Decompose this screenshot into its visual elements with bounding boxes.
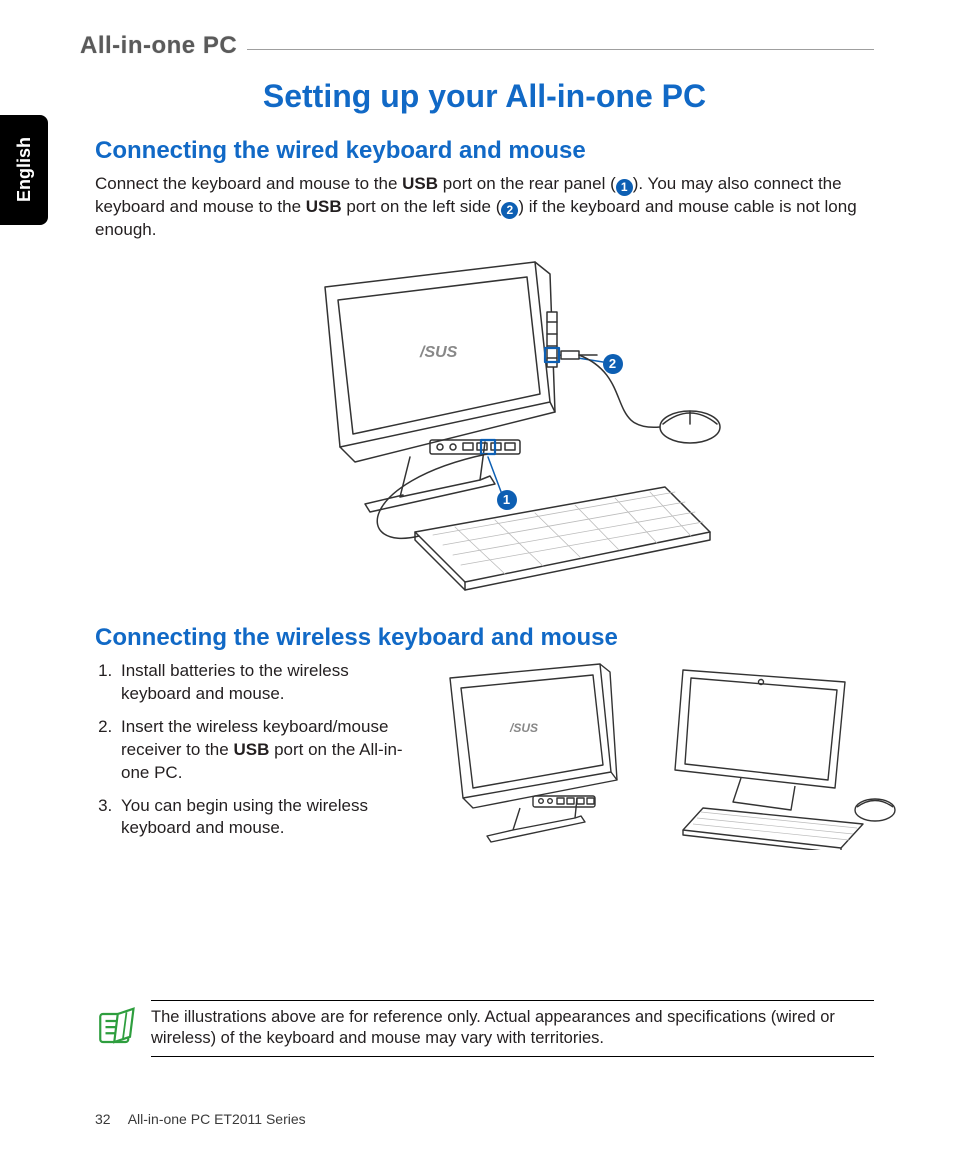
wired-usb-2: USB [306,197,342,216]
footer-page-number: 32 [95,1111,111,1127]
wireless-step-2-bold: USB [233,740,269,759]
section-wireless-title: Connecting the wireless keyboard and mou… [95,624,874,652]
wired-usb-1: USB [402,174,438,193]
wireless-steps-list: Install batteries to the wireless keyboa… [95,660,407,851]
figure-wired-callout-1: 1 [497,490,517,510]
language-tab-label: English [14,137,35,202]
callout-1-inline: 1 [616,179,633,196]
section-wired-title: Connecting the wired keyboard and mouse [95,137,874,165]
note-block: The illustrations above are for referenc… [95,1000,874,1057]
svg-text:/SUS: /SUS [419,344,458,361]
product-tag-text: All-in-one PC [80,32,247,60]
figure-wireless-front-svg [663,660,903,850]
product-tag-rule [247,49,874,50]
wired-text-1: Connect the keyboard and mouse to the [95,174,402,193]
wireless-step-3: You can begin using the wireless keyboar… [117,795,407,841]
note-text: The illustrations above are for referenc… [151,1000,874,1057]
wireless-step-2: Insert the wireless keyboard/mouse recei… [117,716,407,785]
figure-wired-callout-2: 2 [603,354,623,374]
callout-2-inline: 2 [501,202,518,219]
product-tag-header: All-in-one PC [80,28,874,64]
footer-model: All-in-one PC ET2011 Series [128,1111,306,1127]
wireless-row: Install batteries to the wireless keyboa… [95,660,874,851]
wired-text-2: port on the rear panel ( [438,174,616,193]
figure-wired: /SUS [205,252,765,602]
page-body: Setting up your All-in-one PC Connecting… [95,78,874,850]
wired-text-4: port on the left side ( [342,197,502,216]
figure-wireless: /SUS [425,660,903,850]
svg-text:/SUS: /SUS [509,721,538,735]
wireless-step-1: Install batteries to the wireless keyboa… [117,660,407,706]
wired-paragraph: Connect the keyboard and mouse to the US… [95,173,874,242]
note-icon [95,1007,137,1049]
figure-wired-svg: /SUS [205,252,765,602]
page-footer: 32 All-in-one PC ET2011 Series [95,1111,306,1127]
chapter-title: Setting up your All-in-one PC [95,78,874,115]
figure-wireless-rear-svg: /SUS [425,660,645,850]
language-tab: English [0,115,48,225]
